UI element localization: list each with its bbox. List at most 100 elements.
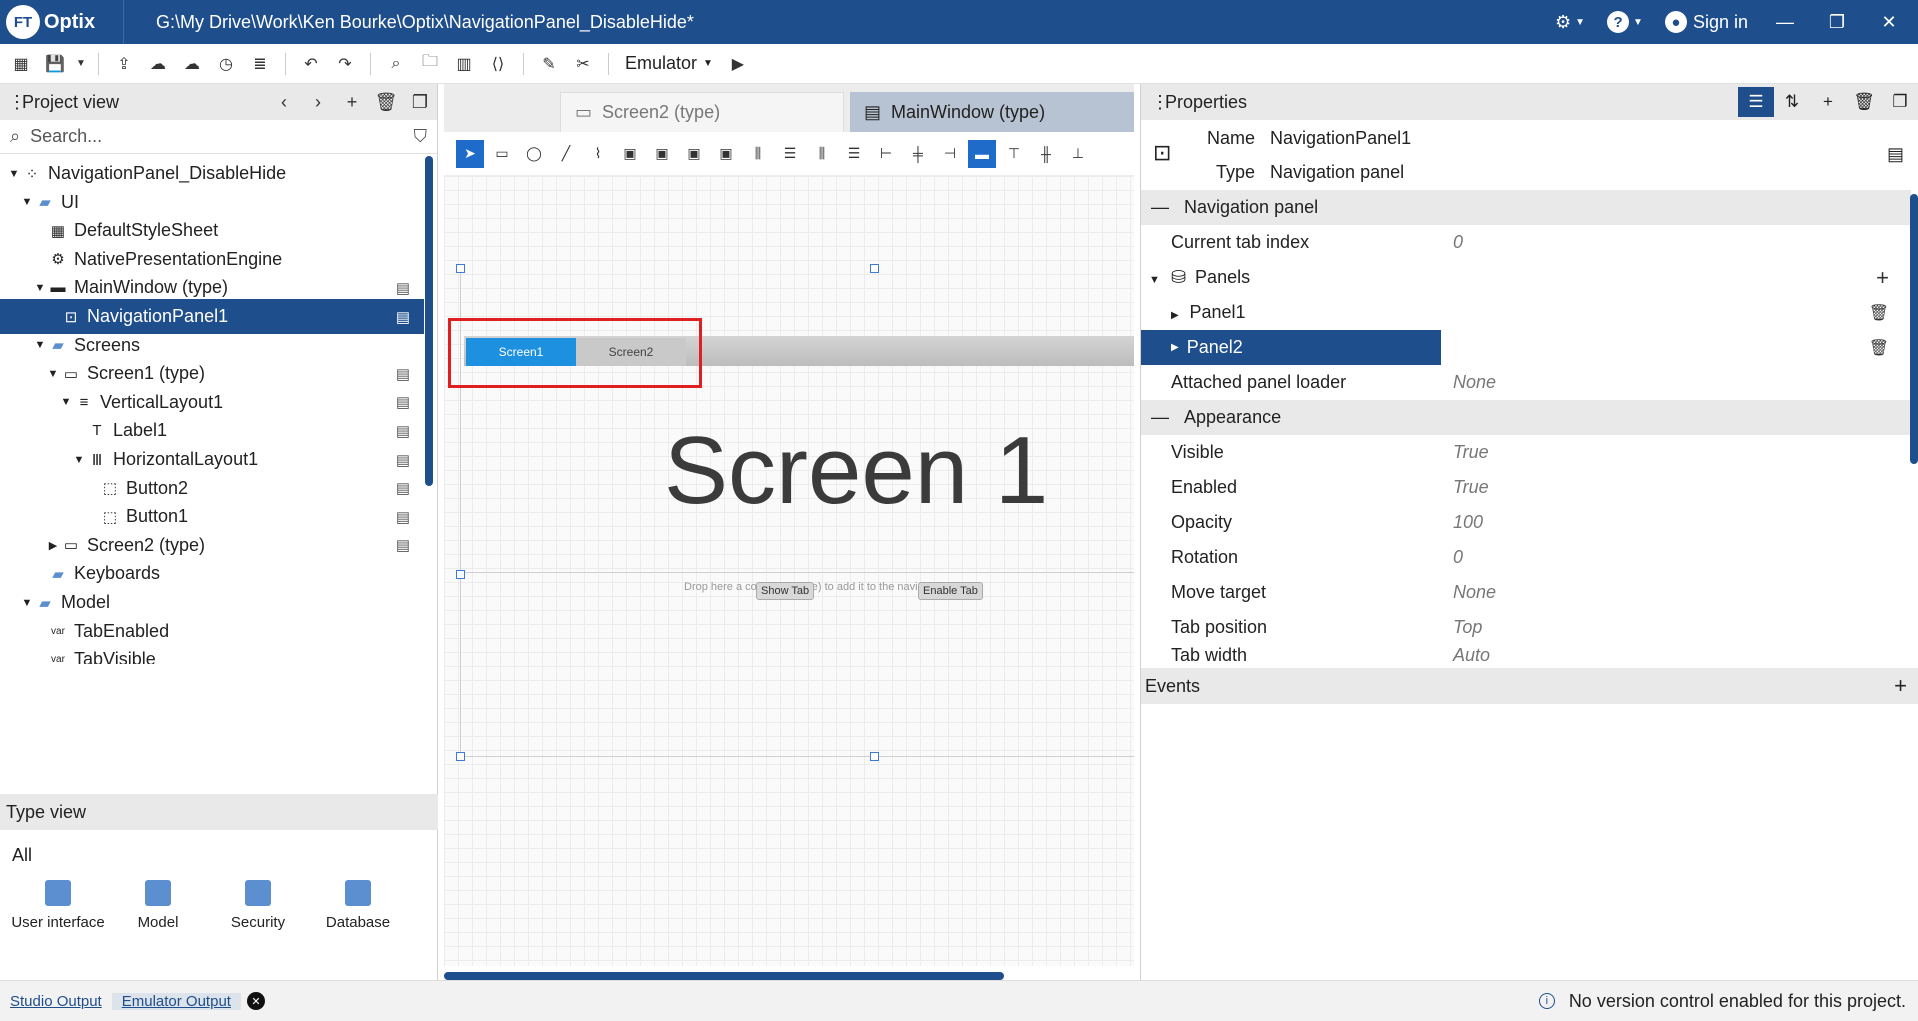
expand-arrow-icon[interactable]: ▼	[71, 454, 87, 466]
details-icon[interactable]: ▤	[1887, 144, 1904, 165]
collapse-icon[interactable]: —	[1151, 407, 1174, 427]
edit-type-icon[interactable]: ▤	[396, 279, 410, 297]
property-value[interactable]: Top	[1453, 617, 1482, 638]
find-button[interactable]: ⌕	[381, 49, 411, 79]
library-button[interactable]: ▥	[449, 49, 479, 79]
distribute-tool[interactable]: ⫼	[744, 140, 772, 168]
delete-icon[interactable]: 🗑	[1869, 338, 1889, 358]
property-value[interactable]: Auto	[1453, 645, 1490, 663]
collapse-arrow-icon[interactable]: ▶	[45, 539, 61, 552]
expand-arrow-icon[interactable]: ▼	[32, 282, 48, 294]
restore-button[interactable]: ❐	[1814, 6, 1860, 38]
cloud-button[interactable]: ☁	[177, 49, 207, 79]
property-row[interactable]: ▼ ⛁ Panels +	[1141, 260, 1911, 295]
ungroup-tool[interactable]: ▣	[648, 140, 676, 168]
resize-handle[interactable]	[870, 264, 879, 273]
forward-icon[interactable]: ›	[301, 92, 335, 113]
minimize-button[interactable]: —	[1762, 6, 1808, 38]
filter-properties-button[interactable]: ☰	[1738, 87, 1774, 117]
property-value[interactable]: 100	[1453, 512, 1483, 533]
space-tool[interactable]: ⫼	[808, 140, 836, 168]
edit-type-icon[interactable]: ▤	[396, 479, 410, 497]
database-button[interactable]: ≣	[245, 49, 275, 79]
property-value[interactable]: True	[1453, 477, 1489, 498]
collapse-arrow-icon[interactable]: ▶	[1171, 310, 1181, 321]
run-button[interactable]: ▶	[723, 49, 753, 79]
type-view-item[interactable]: Database	[308, 880, 408, 931]
expand-arrow-icon[interactable]: ▼	[1149, 274, 1163, 286]
line-tool[interactable]: ╱	[552, 140, 580, 168]
help-menu-button[interactable]: ? ▼	[1599, 6, 1651, 38]
emulator-select[interactable]: Emulator ▼	[619, 53, 719, 74]
rectangle-tool[interactable]: ▭	[488, 140, 516, 168]
tab-studio-output[interactable]: Studio Output	[0, 993, 112, 1010]
copy-icon[interactable]: ❐	[403, 92, 437, 113]
property-row[interactable]: ▶ Panel2 🗑	[1141, 330, 1911, 365]
upload-button[interactable]: ☁	[143, 49, 173, 79]
align-right-tool[interactable]: ⊣	[936, 140, 964, 168]
polyline-tool[interactable]: ⌇	[584, 140, 612, 168]
property-row[interactable]: Current tab index 0	[1141, 225, 1911, 260]
type-view-item[interactable]: Security	[208, 880, 308, 931]
resize-handle[interactable]	[456, 264, 465, 273]
property-row[interactable]: Enabled True	[1141, 470, 1911, 505]
edit-type-icon[interactable]: ▤	[396, 422, 410, 440]
collapse-icon[interactable]: —	[1151, 197, 1174, 217]
drag-handle-icon[interactable]: ⋮	[8, 92, 26, 113]
align-bottom-tool[interactable]: ⊥	[1064, 140, 1092, 168]
settings-menu-button[interactable]: ⚙ ▼	[1547, 6, 1593, 38]
open-folder-button[interactable]: 🗀	[415, 49, 445, 79]
align-fill-tool[interactable]: ▬	[968, 139, 996, 168]
expand-arrow-icon[interactable]: ▼	[19, 597, 35, 609]
property-value[interactable]: 0	[1453, 232, 1463, 253]
delete-property-button[interactable]: 🗑	[1846, 87, 1882, 117]
distribute-vertical-tool[interactable]: ☰	[776, 140, 804, 168]
type-view-filter[interactable]: All	[0, 830, 438, 880]
property-value[interactable]: None	[1453, 372, 1496, 393]
add-event-icon[interactable]: +	[1894, 673, 1907, 699]
select-tool[interactable]: ➤	[456, 139, 484, 168]
expand-arrow-icon[interactable]: ▼	[6, 168, 22, 180]
properties-scrollbar[interactable]	[1910, 194, 1918, 464]
edit-type-icon[interactable]: ▤	[396, 393, 410, 411]
expand-arrow-icon[interactable]: ▼	[45, 368, 61, 380]
resize-handle[interactable]	[456, 752, 465, 761]
search-input[interactable]: Search...	[30, 126, 413, 147]
align-middle-tool[interactable]: ╫	[1032, 140, 1060, 168]
add-icon[interactable]: +	[335, 92, 369, 113]
property-row[interactable]: ▶ Panel1 🗑	[1141, 295, 1911, 330]
ellipse-tool[interactable]: ◯	[520, 140, 548, 168]
type-view-item[interactable]: User interface	[8, 880, 108, 931]
type-view-item[interactable]: Model	[108, 880, 208, 931]
edit-type-icon[interactable]: ▤	[396, 365, 410, 383]
align-center-tool[interactable]: ╪	[904, 140, 932, 168]
filter-icon[interactable]: ⛉	[414, 126, 428, 147]
edit-type-icon[interactable]: ▤	[396, 508, 410, 526]
copy-property-button[interactable]: ❐	[1882, 87, 1918, 117]
property-row[interactable]: Visible True	[1141, 435, 1911, 470]
add-property-button[interactable]: +	[1810, 87, 1846, 117]
edit-type-icon[interactable]: ▤	[396, 536, 410, 554]
align-top-tool[interactable]: ⊤	[1000, 140, 1028, 168]
property-row[interactable]: Attached panel loader None	[1141, 365, 1911, 400]
project-tree-scrollbar[interactable]	[425, 156, 433, 486]
save-menu-chevron[interactable]: ▼	[74, 49, 88, 79]
space-vertical-tool[interactable]: ☰	[840, 140, 868, 168]
show-tab-button[interactable]: Show Tab	[756, 582, 815, 600]
resize-handle[interactable]	[456, 570, 465, 579]
property-row[interactable]: Tab position Top	[1141, 610, 1911, 645]
redo-button[interactable]: ↷	[330, 49, 360, 79]
edit-type-icon[interactable]: ▤	[396, 451, 410, 469]
back-icon[interactable]: ‹	[267, 92, 301, 113]
tools-menu-button[interactable]: ✂	[568, 49, 598, 79]
expand-arrow-icon[interactable]: ▼	[32, 339, 48, 351]
undo-button[interactable]: ↶	[296, 49, 326, 79]
add-icon[interactable]: +	[1876, 265, 1889, 291]
canvas-horizontal-scrollbar[interactable]	[444, 972, 1004, 980]
enable-tab-button[interactable]: Enable Tab	[918, 582, 983, 600]
events-section[interactable]: Events +	[1141, 668, 1918, 704]
close-icon[interactable]: ✕	[246, 992, 265, 1010]
delete-icon[interactable]: 🗑	[369, 92, 403, 113]
layout-button[interactable]: ▦	[6, 49, 36, 79]
edit-type-icon[interactable]: ▤	[396, 308, 410, 326]
